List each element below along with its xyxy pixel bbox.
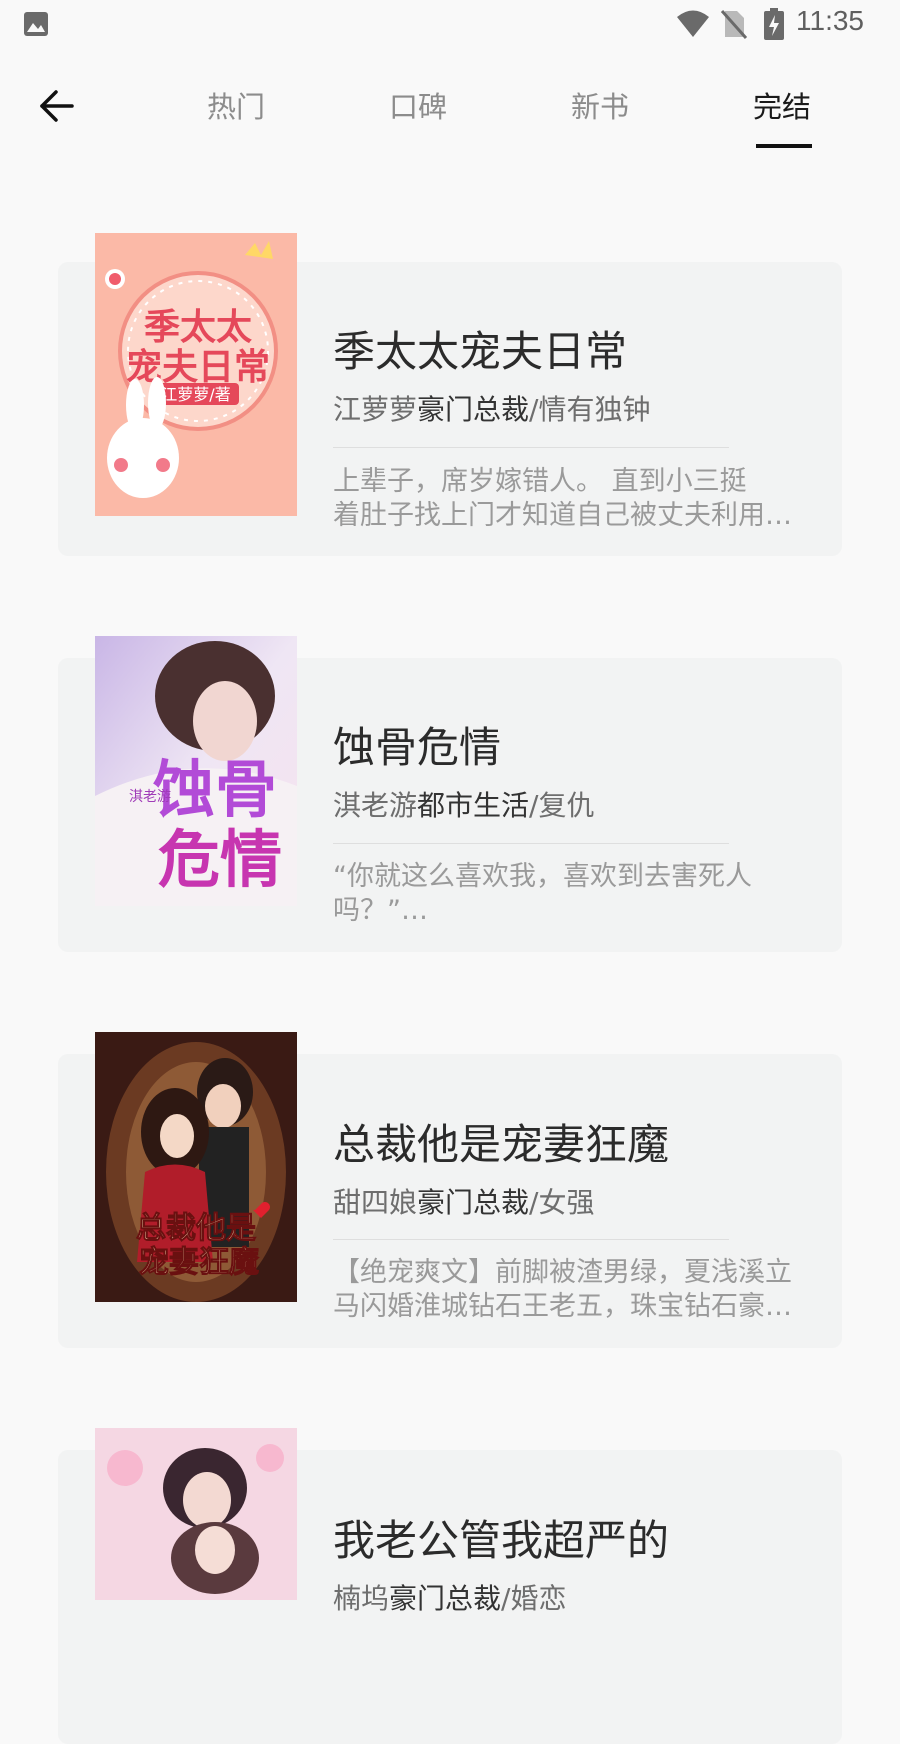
book-cover-image[interactable]: 总裁他是 宠妻狂魔: [95, 1032, 297, 1315]
cover-title-line2: 危情: [158, 823, 282, 896]
tab-completed[interactable]: 完结: [727, 84, 837, 148]
book-title[interactable]: 季太太宠夫日常: [333, 318, 627, 379]
book-author: 江萝萝: [333, 393, 418, 426]
book-meta: 淇老游都市生活/复仇: [333, 784, 594, 824]
book-genre: 豪门总裁: [417, 1186, 530, 1219]
top-nav: 热门 口碑 新书 完结: [0, 60, 900, 155]
tab-label: 口碑: [388, 90, 447, 124]
cover-title-line1: 季太太: [144, 307, 252, 348]
no-sim-icon: [721, 10, 747, 39]
book-cover-image[interactable]: 季太太 宠夫日常 江萝萝/著: [95, 233, 297, 516]
cover-author: 淇老游: [129, 789, 171, 805]
tab-reputation[interactable]: 口碑: [363, 84, 473, 144]
cover-title-line1: 总裁他是: [136, 1211, 256, 1246]
cover-title-line2: 宠夫日常: [126, 347, 270, 388]
book-author: 淇老游: [333, 789, 418, 822]
book-cover-image[interactable]: [95, 1428, 297, 1600]
book-title[interactable]: 蚀骨危情: [333, 714, 501, 775]
cover-title-line2: 宠妻狂魔: [139, 1245, 259, 1280]
divider: [333, 843, 729, 844]
status-time: 11:35: [796, 5, 864, 36]
tab-new-books[interactable]: 新书: [545, 84, 655, 144]
cover-author: 江萝萝/著: [161, 385, 230, 404]
description-line: “你就这么喜欢我，喜欢到去害死人: [333, 861, 752, 892]
cover-title-line1: 蚀骨: [153, 753, 277, 826]
book-title[interactable]: 总裁他是宠妻狂魔: [333, 1111, 669, 1172]
tab-label: 完结: [752, 90, 811, 124]
description-line: 着肚子找上门才知道自己被丈夫利用…: [333, 500, 792, 531]
divider: [333, 1239, 729, 1240]
book-cover-image[interactable]: 蚀骨 危情 淇老游: [95, 636, 297, 919]
description-line: 【绝宠爽文】前脚被渣男绿，夏浅溪立: [333, 1257, 792, 1288]
book-genre: 都市生活: [417, 789, 530, 822]
gallery-icon: [24, 12, 48, 36]
divider: [333, 447, 729, 448]
book-meta: 甜四娘豪门总裁/女强: [333, 1181, 594, 1221]
book-genre: 豪门总裁: [417, 393, 530, 426]
book-author: 甜四娘: [333, 1186, 418, 1219]
book-description: “你就这么喜欢我，喜欢到去害死人 吗？”…: [333, 860, 833, 928]
description-line: 吗？”…: [333, 895, 428, 926]
status-bar: 11:35: [0, 0, 900, 50]
wifi-icon: [677, 10, 709, 37]
tab-label: 热门: [206, 90, 265, 124]
book-genre: 豪门总裁: [389, 1582, 502, 1615]
book-author: 楠坞: [333, 1582, 390, 1615]
book-meta: 江萝萝豪门总裁/情有独钟: [333, 388, 650, 428]
book-description: 上辈子，席岁嫁错人。 直到小三挺 着肚子找上门才知道自己被丈夫利用…: [333, 465, 833, 533]
tab-label: 新书: [570, 90, 629, 124]
tab-hot[interactable]: 热门: [181, 84, 291, 144]
back-arrow-icon[interactable]: [34, 84, 78, 128]
tab-underline: [756, 144, 812, 148]
battery-charging-icon: [764, 8, 784, 40]
book-meta: 楠坞豪门总裁/婚恋: [333, 1577, 566, 1617]
book-title[interactable]: 我老公管我超严的: [333, 1507, 669, 1568]
book-tag: /复仇: [529, 789, 595, 822]
description-line: 马闪婚淮城钻石王老五，珠宝钻石豪…: [333, 1291, 792, 1322]
book-tag: /婚恋: [501, 1582, 567, 1615]
description-line: 上辈子，席岁嫁错人。 直到小三挺: [333, 466, 747, 497]
book-description: 【绝宠爽文】前脚被渣男绿，夏浅溪立 马闪婚淮城钻石王老五，珠宝钻石豪…: [333, 1256, 833, 1324]
book-tag: /女强: [529, 1186, 595, 1219]
book-tag: /情有独钟: [529, 393, 651, 426]
